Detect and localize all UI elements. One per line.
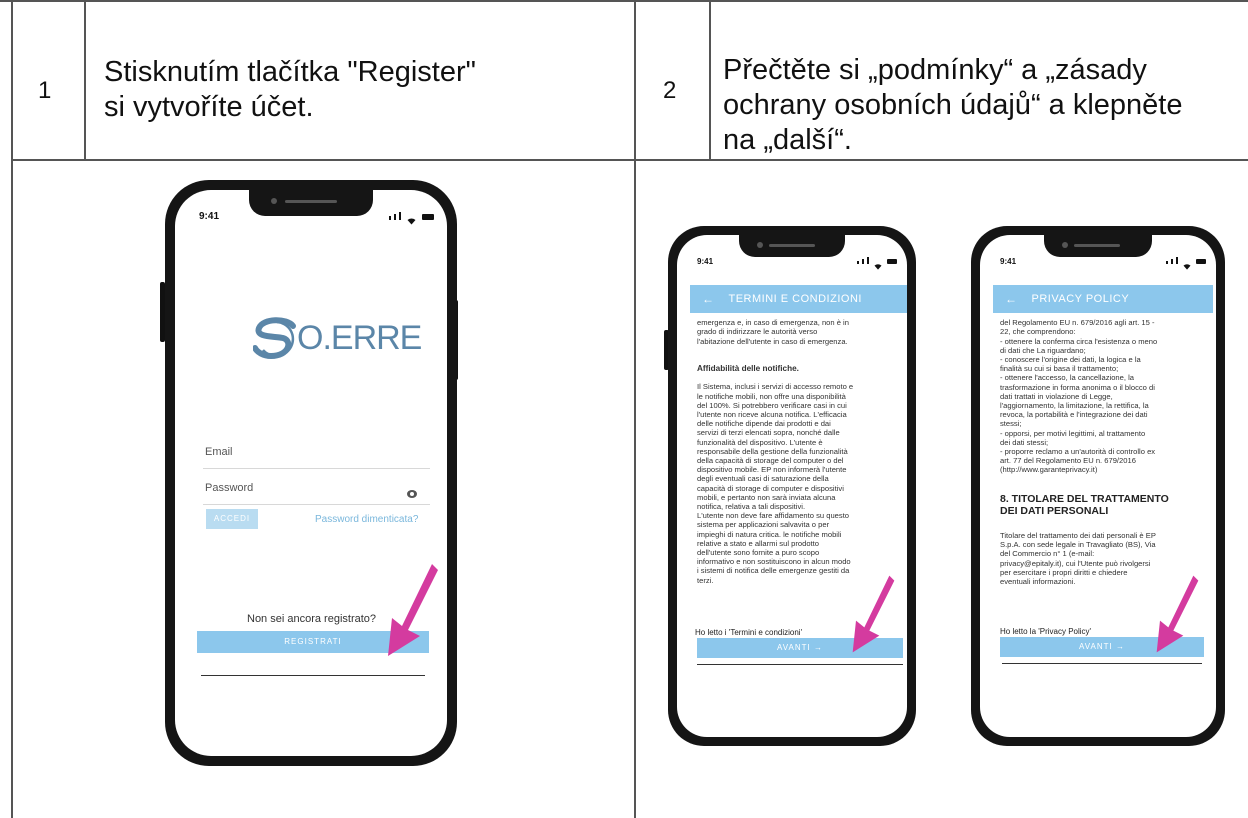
terms-phone: 9:41 ← TERMINI E CONDIZIONI emergenza e,…	[668, 226, 916, 746]
home-divider	[697, 664, 903, 665]
phone-notch	[249, 190, 373, 216]
privacy-title: PRIVACY POLICY	[1031, 293, 1130, 305]
login-screen: 9:41 O.ERRE Email Password ACCEDI Passwo…	[175, 190, 447, 756]
step-2-line-3: na „další“.	[723, 124, 852, 156]
signal-icon	[389, 216, 391, 220]
wifi-icon	[407, 212, 416, 225]
status-time: 9:41	[697, 257, 714, 266]
step-text-1: Stisknutím tlačítka "Register" si vytvoř…	[104, 55, 476, 125]
password-label: Password	[205, 482, 254, 494]
email-field[interactable]	[203, 468, 430, 469]
table-divider-center	[634, 0, 636, 818]
notch-speaker	[285, 200, 337, 203]
privacy-content: del Regolamento EU n. 679/2016 agli art.…	[1000, 313, 1214, 603]
privacy-phone: 9:41 ← PRIVACY POLICY del Regolamento EU…	[971, 226, 1225, 746]
login-button[interactable]: ACCEDI	[206, 509, 258, 529]
status-icons	[1166, 257, 1206, 270]
not-registered-text: Non sei ancora registrato?	[247, 613, 377, 625]
pointer-arrow-icon	[852, 575, 895, 653]
privacy-section-title: 8. TITOLARE DEL TRATTAMENTO DEI DATI PER…	[1000, 492, 1169, 517]
step-2-line-2: ochrany osobních údajů“ a klepněte	[723, 89, 1183, 121]
battery-icon	[887, 259, 897, 264]
step-1-line-1: Stisknutím tlačítka "Register"	[104, 56, 476, 88]
status-icons	[389, 212, 434, 225]
forgot-password-link[interactable]: Password dimenticata?	[315, 514, 418, 525]
battery-icon	[422, 214, 434, 220]
privacy-screen: 9:41 ← PRIVACY POLICY del Regolamento EU…	[980, 235, 1216, 737]
eye-icon[interactable]	[407, 490, 417, 498]
step-number-1: 1	[38, 77, 52, 104]
signal-icon	[1166, 261, 1168, 264]
privacy-check-label[interactable]: Ho letto la 'Privacy Policy'	[1000, 627, 1091, 636]
battery-icon	[1196, 259, 1206, 264]
notch-camera	[271, 198, 277, 204]
app-logo: O.ERRE	[252, 316, 422, 360]
pointer-arrow-icon	[388, 564, 438, 656]
status-time: 9:41	[199, 211, 220, 222]
terms-body: Il Sistema, inclusi i servizi di accesso…	[697, 382, 854, 585]
logo-mark-icon	[252, 316, 297, 360]
home-divider	[201, 675, 425, 676]
email-label: Email	[205, 446, 233, 458]
step-text-2: Přečtěte si „podmínky“ a „zásady ochrany…	[723, 53, 1182, 158]
table-divider-row	[11, 159, 1248, 161]
terms-check-label[interactable]: Ho letto i 'Termini e condizioni'	[695, 628, 802, 637]
home-divider	[1002, 663, 1202, 664]
terms-section-title: Affidabilità delle notifiche.	[697, 364, 799, 374]
pointer-arrow-icon	[1156, 575, 1199, 653]
step-number-2: 2	[663, 77, 677, 104]
terms-screen: 9:41 ← TERMINI E CONDIZIONI emergenza e,…	[677, 235, 907, 737]
terms-intro: emergenza e, in caso di emergenza, non è…	[697, 318, 849, 346]
terms-title: TERMINI E CONDIZIONI	[728, 293, 862, 305]
wifi-icon	[874, 257, 882, 270]
table-divider-col1	[84, 0, 86, 161]
table-border-top	[0, 0, 1248, 2]
privacy-body: del Regolamento EU n. 679/2016 agli art.…	[1000, 318, 1158, 475]
wifi-icon	[1183, 257, 1191, 270]
login-phone: 9:41 O.ERRE Email Password ACCEDI Passwo…	[165, 180, 457, 766]
logo-text: O.ERRE	[297, 318, 422, 357]
status-icons	[857, 257, 897, 270]
privacy-header: ← PRIVACY POLICY	[993, 285, 1213, 313]
signal-icon	[857, 261, 859, 264]
step-1-line-2: si vytvoříte účet.	[104, 91, 314, 123]
terms-header: ← TERMINI E CONDIZIONI	[690, 285, 907, 313]
back-arrow-icon[interactable]: ←	[702, 292, 715, 306]
phone-notch	[1044, 235, 1152, 257]
table-border-left	[11, 0, 13, 818]
phone-notch	[739, 235, 845, 257]
table-divider-col3	[709, 0, 711, 161]
step-2-line-1: Přečtěte si „podmínky“ a „zásady	[723, 54, 1147, 86]
password-field[interactable]	[203, 504, 430, 505]
status-time: 9:41	[1000, 257, 1017, 266]
back-arrow-icon[interactable]: ←	[1005, 292, 1018, 306]
